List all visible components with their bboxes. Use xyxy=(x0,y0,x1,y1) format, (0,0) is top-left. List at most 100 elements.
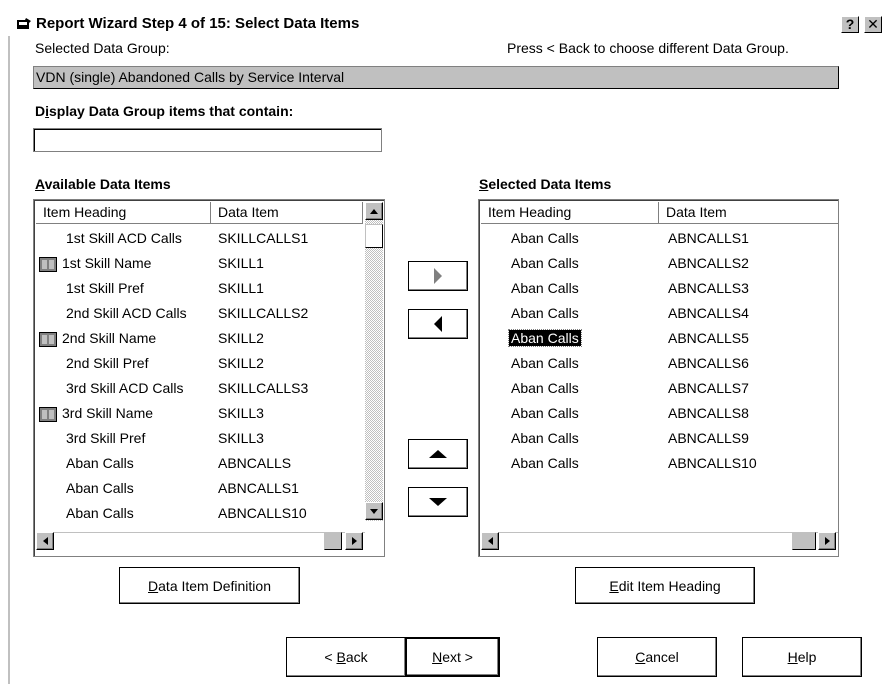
data-item-cell: ABNCALLS8 xyxy=(668,405,749,421)
available-col-data-item[interactable]: Data Item xyxy=(211,202,363,224)
window-left-border xyxy=(8,34,10,684)
available-items-list[interactable]: Item Heading Data Item 1st Skill ACD Cal… xyxy=(33,199,385,557)
available-scroll-thumb[interactable] xyxy=(365,224,383,248)
selected-items-list[interactable]: Item Heading Data Item Aban Calls ABNCALL… xyxy=(478,199,839,557)
selected-list-item[interactable]: Aban Calls ABNCALLS8 xyxy=(481,402,838,427)
data-item-cell: ABNCALLS10 xyxy=(668,455,757,471)
available-list-item[interactable]: 1st Skill Pref SKILL1 xyxy=(36,277,365,302)
available-list-item[interactable]: 1st Skill ACD Calls SKILLCALLS1 xyxy=(36,227,365,252)
item-heading-cell: 3rd Skill ACD Calls xyxy=(66,380,184,396)
item-heading-cell: Aban Calls xyxy=(511,305,579,321)
back-button[interactable]: < Back xyxy=(286,637,406,677)
selected-list-item[interactable]: Aban Calls ABNCALLS6 xyxy=(481,352,838,377)
item-heading-cell: Aban Calls xyxy=(511,355,579,371)
data-item-definition-button[interactable]: Data Item Definition xyxy=(119,567,300,604)
available-list-item[interactable]: 3rd Skill ACD Calls SKILLCALLS3 xyxy=(36,377,365,402)
data-group-label: Selected Data Group: xyxy=(35,40,170,56)
title-bar: Report Wizard Step 4 of 15: Select Data … xyxy=(8,14,885,36)
data-group-hint: Press < Back to choose different Data Gr… xyxy=(507,40,789,56)
arrow-left-icon xyxy=(434,316,442,332)
arrow-up-icon xyxy=(429,450,447,458)
data-item-cell: ABNCALLS4 xyxy=(668,305,749,321)
selected-list-item[interactable]: Aban Calls ABNCALLS4 xyxy=(481,302,838,327)
edit-item-heading-button[interactable]: Edit Item Heading xyxy=(575,567,755,604)
available-scroll-left-button[interactable] xyxy=(36,532,54,550)
selected-list-item[interactable]: Aban Calls ABNCALLS1 xyxy=(481,227,838,252)
close-button[interactable]: ✕ xyxy=(864,16,882,33)
item-heading-cell: Aban Calls xyxy=(66,505,134,521)
selected-col-item-heading[interactable]: Item Heading xyxy=(481,202,659,224)
data-item-cell: ABNCALLS10 xyxy=(218,505,307,521)
item-heading-cell: Aban Calls xyxy=(511,430,579,446)
item-heading-cell: 1st Skill ACD Calls xyxy=(66,230,182,246)
item-heading-cell: 2nd Skill ACD Calls xyxy=(66,305,187,321)
data-item-cell: ABNCALLS9 xyxy=(668,430,749,446)
item-heading-cell: 1st Skill Pref xyxy=(66,280,144,296)
window-title: Report Wizard Step 4 of 15: Select Data … xyxy=(36,15,360,32)
available-list-item[interactable]: 1st Skill Name SKILL1 xyxy=(36,252,365,277)
available-vertical-scrollbar[interactable] xyxy=(365,202,383,521)
book-icon xyxy=(39,407,57,422)
move-up-button[interactable] xyxy=(408,439,468,469)
data-item-cell: ABNCALLS7 xyxy=(668,380,749,396)
move-down-button[interactable] xyxy=(408,487,468,517)
cancel-button[interactable]: Cancel xyxy=(597,637,717,677)
available-list-item[interactable]: 2nd Skill Name SKILL2 xyxy=(36,327,365,352)
remove-item-button[interactable] xyxy=(408,309,468,339)
data-item-cell: SKILLCALLS2 xyxy=(218,305,309,321)
selected-list-item[interactable]: Aban Calls ABNCALLS9 xyxy=(481,427,838,452)
available-col-item-heading[interactable]: Item Heading xyxy=(36,202,211,224)
data-item-cell: ABNCALLS2 xyxy=(668,255,749,271)
selected-horizontal-scrollbar[interactable] xyxy=(481,532,838,550)
item-heading-cell: Aban Calls xyxy=(66,455,134,471)
next-button[interactable]: Next > xyxy=(405,637,500,677)
item-heading-cell: 3rd Skill Pref xyxy=(66,430,146,446)
help-title-button[interactable]: ? xyxy=(841,16,859,33)
available-hscroll-thumb[interactable] xyxy=(324,532,342,550)
item-heading-cell: Aban Calls xyxy=(511,380,579,396)
arrow-down-icon xyxy=(429,498,447,506)
data-item-cell: SKILL2 xyxy=(218,355,264,371)
selected-scroll-right-button[interactable] xyxy=(818,532,836,550)
filter-input[interactable] xyxy=(33,128,382,152)
item-heading-cell: Aban Calls xyxy=(511,455,579,471)
available-horizontal-scrollbar[interactable] xyxy=(36,532,365,550)
selected-hscroll-thumb[interactable] xyxy=(792,532,816,550)
available-list-item[interactable]: 2nd Skill ACD Calls SKILLCALLS2 xyxy=(36,302,365,327)
filter-label: Display Data Group items that contain: xyxy=(35,103,294,119)
available-list-item[interactable]: Aban Calls ABNCALLS xyxy=(36,452,365,477)
add-item-button[interactable] xyxy=(408,261,468,291)
selected-list-item[interactable]: Aban Calls ABNCALLS3 xyxy=(481,277,838,302)
selected-col-data-item[interactable]: Data Item xyxy=(659,202,838,224)
data-item-cell: ABNCALLS3 xyxy=(668,280,749,296)
available-items-title: Available Data Items xyxy=(35,176,171,192)
help-button[interactable]: Help xyxy=(742,637,862,677)
available-list-item[interactable]: 3rd Skill Name SKILL3 xyxy=(36,402,365,427)
item-heading-cell: Aban Calls xyxy=(511,280,579,296)
scroll-left-icon xyxy=(487,537,493,545)
data-item-cell: SKILL1 xyxy=(218,255,264,271)
scroll-left-icon xyxy=(42,537,48,545)
selected-list-item[interactable]: Aban Calls ABNCALLS2 xyxy=(481,252,838,277)
item-heading-cell: Aban Calls xyxy=(66,480,134,496)
scroll-down-icon xyxy=(370,508,378,514)
available-scroll-right-button[interactable] xyxy=(345,532,363,550)
selected-list-item[interactable]: Aban Calls ABNCALLS5 xyxy=(481,327,838,352)
selected-list-item[interactable]: Aban Calls ABNCALLS10 xyxy=(481,452,838,477)
data-item-cell: ABNCALLS6 xyxy=(668,355,749,371)
available-list-item[interactable]: Aban Calls ABNCALLS1 xyxy=(36,477,365,502)
scroll-up-icon xyxy=(370,208,378,214)
selected-scroll-left-button[interactable] xyxy=(481,532,499,550)
wizard-app-icon xyxy=(17,18,31,29)
available-list-item[interactable]: 3rd Skill Pref SKILL3 xyxy=(36,427,365,452)
available-scroll-up-button[interactable] xyxy=(365,202,383,220)
selected-list-item[interactable]: Aban Calls ABNCALLS7 xyxy=(481,377,838,402)
available-list-item[interactable]: Aban Calls ABNCALLS10 xyxy=(36,502,365,527)
item-heading-cell: 2nd Skill Name xyxy=(62,330,157,346)
available-scroll-down-button[interactable] xyxy=(365,502,383,520)
scroll-right-icon xyxy=(824,537,830,545)
available-list-item[interactable]: 2nd Skill Pref SKILL2 xyxy=(36,352,365,377)
item-heading-cell: Aban Calls xyxy=(511,230,579,246)
item-heading-cell: 2nd Skill Pref xyxy=(66,355,149,371)
book-icon xyxy=(39,257,57,272)
